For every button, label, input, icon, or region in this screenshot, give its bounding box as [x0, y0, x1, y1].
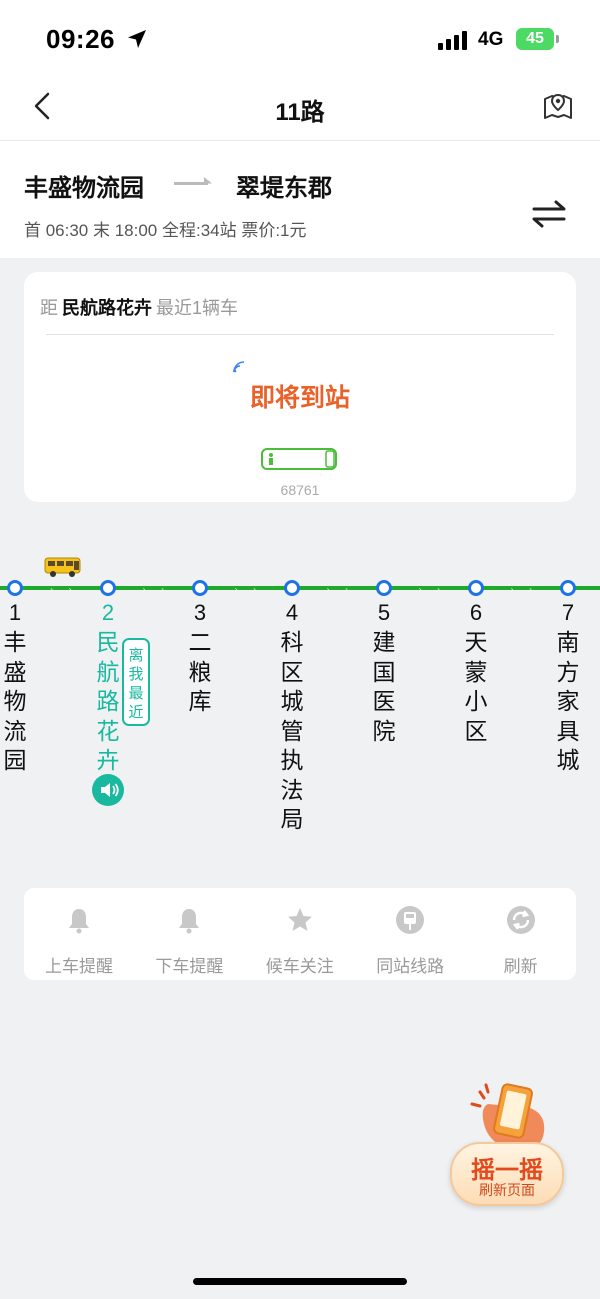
direction-tick-icon: ›: [345, 585, 348, 594]
shake-subtitle: 刷新页面: [479, 1182, 535, 1198]
route-destination: 翠堤东郡: [236, 175, 332, 202]
action-label: 刷新: [503, 957, 538, 976]
stop-name: 天蒙小区: [464, 629, 488, 744]
action-alight-reminder[interactable]: 下车提醒: [134, 888, 244, 980]
action-bar: 上车提醒 下车提醒 候车关注 同站线路 刷新: [24, 888, 576, 980]
arrival-distance: 距民航路花卉 最近1辆车: [40, 294, 238, 320]
map-pin-icon[interactable]: [542, 90, 574, 122]
route-info: 首 06:30 末 18:00 全程:34站 票价:1元: [24, 221, 307, 240]
bell-icon: [63, 904, 95, 936]
action-label: 候车关注: [265, 957, 334, 976]
stop-name: 丰盛物流园: [3, 629, 27, 773]
action-same-station-lines[interactable]: 同站线路: [355, 888, 465, 980]
home-indicator[interactable]: [193, 1278, 407, 1285]
direction-tick-icon: ›: [326, 585, 330, 594]
stop-dot: [7, 580, 23, 596]
speaker-icon[interactable]: [92, 774, 124, 806]
direction-tick-icon: ›: [50, 585, 53, 594]
bus-icon: [261, 448, 337, 470]
direction-tick-icon: ›: [529, 585, 532, 594]
action-label: 同站线路: [376, 957, 445, 976]
route-direction-arrow-icon: [174, 177, 212, 185]
stop-name: 南方家具城: [556, 629, 580, 773]
stop-dot: [376, 580, 392, 596]
action-label: 下车提醒: [155, 957, 224, 976]
realtime-signal-icon: [233, 361, 245, 373]
stop-number: 2: [101, 600, 115, 625]
arrival-suffix: 最近1辆车: [156, 298, 239, 318]
action-board-reminder[interactable]: 上车提醒: [24, 888, 134, 980]
route-stop[interactable]: 7 南方家具城: [548, 550, 588, 850]
direction-tick-icon: ›: [234, 585, 238, 594]
stop-dot: [468, 580, 484, 596]
direction-tick-icon: ›: [161, 585, 164, 594]
page-title: 11路: [275, 99, 325, 126]
stop-dot: [100, 580, 116, 596]
route-line: › › › › › › › › › › › › 1 丰盛物流园 2 民航路花卉 3 二粮库 4 科区城管执法局 5 建国…: [0, 550, 600, 850]
bus-plate-id: 68761: [280, 482, 320, 498]
arrival-station: 民航路花卉: [62, 298, 152, 318]
stop-name: 科区城管执法局: [280, 629, 304, 832]
stop-name: 二粮库: [188, 629, 212, 714]
direction-tick-icon: ›: [142, 585, 146, 594]
arrival-status: 即将到站: [249, 384, 350, 412]
location-arrow-icon: [128, 30, 146, 48]
stop-number: 1: [8, 600, 22, 625]
direction-tick-icon: ›: [437, 585, 440, 594]
action-label: 上车提醒: [45, 957, 113, 976]
arrival-card: 距民航路花卉 最近1辆车 即将到站 68761: [24, 272, 576, 502]
refresh-icon: [505, 904, 537, 936]
route-stop[interactable]: 6 天蒙小区: [456, 550, 496, 850]
bell-icon: [173, 904, 205, 936]
stop-name: 建国医院: [372, 629, 396, 744]
nearest-badge: 离我最近: [122, 638, 150, 726]
route-stop[interactable]: 4 科区城管执法局: [272, 550, 312, 850]
battery-level: 45: [526, 30, 544, 47]
stop-dot: [284, 580, 300, 596]
swap-direction-icon[interactable]: [530, 198, 568, 230]
action-refresh[interactable]: 刷新: [466, 888, 576, 980]
route-stop[interactable]: 5 建国医院: [364, 550, 404, 850]
arrival-prefix: 距: [40, 298, 58, 318]
stop-dot: [560, 580, 576, 596]
direction-tick-icon: ›: [68, 585, 72, 594]
route-origin: 丰盛物流园: [24, 175, 144, 202]
stop-number: 4: [285, 600, 299, 625]
route-stop[interactable]: 1 丰盛物流园: [0, 550, 35, 850]
stop-number: 3: [193, 600, 207, 625]
route-stop[interactable]: 3 二粮库: [180, 550, 220, 850]
star-icon: [284, 904, 316, 936]
yellow-bus-icon[interactable]: [44, 556, 82, 578]
battery-icon: 45: [516, 28, 560, 50]
signal-icon: [438, 31, 467, 50]
card-divider: [46, 334, 554, 335]
status-time: 09:26: [46, 24, 115, 54]
stop-number: 5: [377, 600, 391, 625]
action-follow[interactable]: 候车关注: [245, 888, 355, 980]
direction-tick-icon: ›: [510, 585, 514, 594]
bus-stop-icon: [394, 904, 426, 936]
stop-number: 6: [469, 600, 483, 625]
shake-refresh-widget[interactable]: 摇一摇 刷新页面: [450, 1078, 564, 1212]
nav-divider: [0, 140, 600, 141]
direction-tick-icon: ›: [418, 585, 422, 594]
direction-tick-icon: ›: [253, 585, 256, 594]
network-type: 4G: [478, 29, 504, 50]
stop-dot: [192, 580, 208, 596]
stop-number: 7: [561, 600, 575, 625]
